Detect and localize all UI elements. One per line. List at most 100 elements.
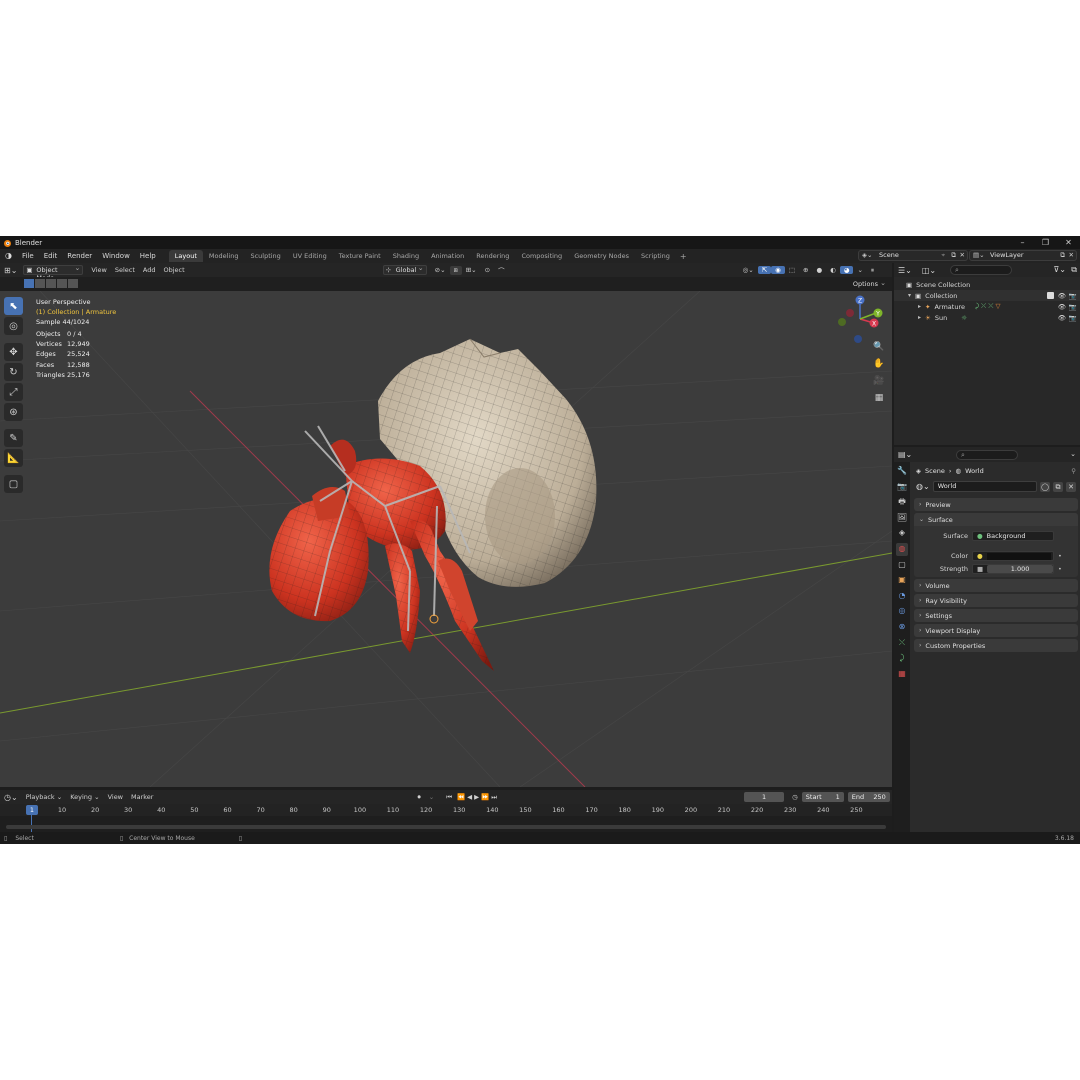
xray-icon[interactable]: ⬚ <box>785 266 799 274</box>
menu-window[interactable]: Window <box>97 249 135 263</box>
editor-type-icon[interactable]: ⊞⌄ <box>0 266 21 275</box>
play-reverse-icon[interactable]: ◀ <box>466 793 473 801</box>
properties-search-input[interactable]: ⌕ <box>956 450 1018 460</box>
rendered-shading-icon[interactable]: ◕ <box>839 266 854 274</box>
new-view-layer-icon[interactable]: ⧉ <box>1060 251 1065 260</box>
transform-orientation-dropdown[interactable]: ⊹ Global <box>382 264 427 275</box>
keyframe-dot-icon[interactable]: • <box>1058 552 1062 560</box>
properties-editor-icon[interactable]: ▤⌄ <box>898 450 912 459</box>
pause-render-icon[interactable]: ⏸ <box>867 266 878 275</box>
collection-tab-icon[interactable]: ▢ <box>896 559 908 572</box>
cursor-tool-icon[interactable]: ◎ <box>4 317 23 335</box>
gizmo-toggle-icon[interactable]: ⇱ <box>757 266 772 274</box>
bone-tab-icon[interactable]: ⤸ <box>896 652 908 665</box>
select-new-icon[interactable] <box>24 279 34 288</box>
outliner-row-armature[interactable]: ▸ ✦ Armature ⤸ ⤬ ⤬ ▽ 👁 📷 <box>894 301 1080 312</box>
eye-icon[interactable]: 👁 <box>1058 314 1066 322</box>
timeline-scrollbar[interactable] <box>6 825 886 829</box>
mode-dropdown[interactable]: ▣ Object Mode <box>23 264 84 282</box>
blender-menu-icon[interactable]: ◑ <box>0 249 17 263</box>
panel-custom-properties[interactable]: › Custom Properties <box>914 639 1078 652</box>
tab-uv-editing[interactable]: UV Editing <box>287 250 333 262</box>
tab-modeling[interactable]: Modeling <box>203 250 245 262</box>
pan-hand-icon[interactable]: ✋ <box>872 358 886 370</box>
outliner-row-sun[interactable]: ▸ ☀ Sun ☼ 👁 📷 <box>894 312 1080 323</box>
object-tab-icon[interactable]: ▣ <box>896 574 908 587</box>
fake-user-icon[interactable]: ◯ <box>1040 481 1050 492</box>
camera-render-icon[interactable]: 📷 <box>1069 314 1077 322</box>
camera-render-icon[interactable]: 📷 <box>1069 303 1077 311</box>
delete-view-layer-icon[interactable]: ✕ <box>1069 251 1074 260</box>
pin-icon[interactable]: ⌖ <box>941 251 945 260</box>
menu-file[interactable]: File <box>17 249 39 263</box>
modifier-tab-icon[interactable]: ◔ <box>896 590 908 603</box>
outliner-row-collection[interactable]: ▾ ▣ Collection 👁 📷 <box>894 290 1080 301</box>
filter-icon[interactable]: ⊽⌄ <box>1053 265 1066 274</box>
add-cube-tool-icon[interactable]: ▢ <box>4 475 23 493</box>
texture-tab-icon[interactable]: ▦ <box>896 668 908 681</box>
proportional-edit-icon[interactable]: ⊙ <box>481 266 494 274</box>
world-tab-icon[interactable]: ◍ <box>896 542 908 556</box>
panel-preview[interactable]: › Preview <box>914 498 1078 511</box>
jump-start-icon[interactable]: ⏮ <box>442 793 456 802</box>
tool-tab-icon[interactable]: 🔧 <box>896 465 908 478</box>
scale-tool-icon[interactable]: ⤢ <box>4 383 23 401</box>
exclude-checkbox[interactable] <box>1047 292 1054 299</box>
menu-help[interactable]: Help <box>135 249 161 263</box>
output-tab-icon[interactable]: 🖶 <box>896 496 908 509</box>
new-collection-icon[interactable]: ⧉ <box>1071 265 1077 275</box>
object-data-tab-icon[interactable]: ⤬ <box>896 637 908 650</box>
camera-view-icon[interactable]: 🎥 <box>872 375 886 387</box>
expand-arrow-icon[interactable]: ▸ <box>918 303 921 310</box>
tab-animation[interactable]: Animation <box>425 250 470 262</box>
start-frame-field[interactable]: Start 1 <box>801 792 844 802</box>
end-frame-field[interactable]: End 250 <box>847 792 890 802</box>
panel-volume[interactable]: › Volume <box>914 579 1078 592</box>
next-keyframe-icon[interactable]: ⏩ <box>480 793 490 801</box>
tab-scripting[interactable]: Scripting <box>635 250 676 262</box>
select-mode-icons[interactable] <box>24 279 78 288</box>
timeline-menu-view[interactable]: View <box>104 793 127 801</box>
add-workspace-button[interactable]: + <box>676 252 691 261</box>
render-tab-icon[interactable]: 📷 <box>896 481 908 494</box>
frame-ruler[interactable]: 10 20 30 40 50 60 70 80 90 100 110 120 130 140 150 160 1… <box>0 804 892 816</box>
view-layer-tab-icon[interactable]: 🖼 <box>896 512 908 525</box>
snap-icon[interactable]: ⧈ <box>449 265 462 275</box>
timeline-menu-keying[interactable]: Keying ⌄ <box>66 793 103 801</box>
maximize-button[interactable]: ❐ <box>1034 236 1057 249</box>
panel-ray-visibility[interactable]: › Ray Visibility <box>914 594 1078 607</box>
tab-layout[interactable]: Layout <box>168 250 203 262</box>
pivot-icon[interactable]: ⊘⌄ <box>431 266 450 274</box>
outliner-row-scene-collection[interactable]: ▣ Scene Collection <box>894 279 1080 290</box>
overlay-toggle-icon[interactable]: ◉ <box>771 266 785 274</box>
constraints-tab-icon[interactable]: ⊗ <box>896 621 908 634</box>
select-invert-icon[interactable] <box>57 279 67 288</box>
transform-tool-icon[interactable]: ⊛ <box>4 403 23 421</box>
panel-viewport-display[interactable]: › Viewport Display <box>914 624 1078 637</box>
view-layer-selector[interactable]: ▤⌄ ViewLayer ⧉ ✕ <box>969 250 1077 261</box>
scene-selector[interactable]: ◈⌄ Scene ⌖ ⧉ ✕ <box>858 250 968 261</box>
vp-menu-view[interactable]: View <box>87 266 110 274</box>
keyframe-type-icon[interactable]: ⌄ <box>425 793 438 801</box>
select-subtract-icon[interactable] <box>46 279 56 288</box>
solid-shading-icon[interactable]: ● <box>812 266 826 274</box>
timeline-menu-playback[interactable]: Playback ⌄ <box>22 793 67 801</box>
tab-compositing[interactable]: Compositing <box>515 250 568 262</box>
3d-viewport[interactable]: ⬉ ◎ ✥ ↻ ⤢ ⊛ ✎ 📐 ▢ User Perspective (1) C… <box>0 291 892 787</box>
eye-icon[interactable]: 👁 <box>1058 303 1066 311</box>
strength-value-box[interactable]: 1.000 <box>987 564 1053 573</box>
eye-icon[interactable]: 👁 <box>1058 292 1066 300</box>
delete-scene-icon[interactable]: ✕ <box>960 251 965 260</box>
play-icon[interactable]: ▶ <box>473 793 480 801</box>
vp-menu-add[interactable]: Add <box>139 266 160 274</box>
timeline-area[interactable]: 10 20 30 40 50 60 70 80 90 100 110 120 130 140 150 160 1… <box>0 804 892 832</box>
wireframe-shading-icon[interactable]: ⊕ <box>799 266 812 274</box>
tab-geometry-nodes[interactable]: Geometry Nodes <box>568 250 635 262</box>
timeline-menu-marker[interactable]: Marker <box>127 793 157 801</box>
jump-end-icon[interactable]: ⏭ <box>490 793 498 802</box>
minimize-button[interactable]: – <box>1011 236 1034 249</box>
physics-tab-icon[interactable]: ◎ <box>896 605 908 618</box>
strength-field[interactable]: ■ 1.000 <box>972 563 1054 574</box>
prev-keyframe-icon[interactable]: ⏪ <box>456 793 466 801</box>
panel-surface-header[interactable]: ⌄ Surface <box>914 513 1078 526</box>
